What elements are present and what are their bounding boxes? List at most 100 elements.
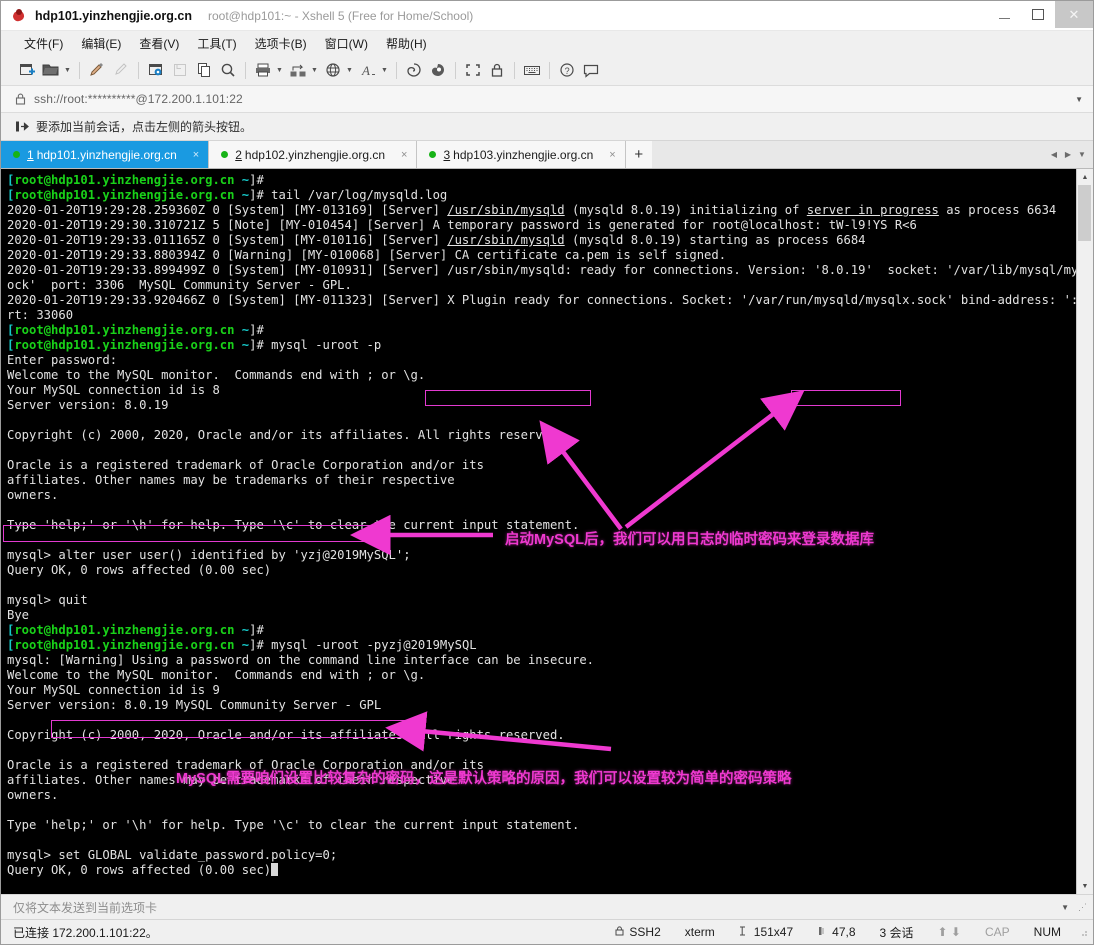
keyboard-icon[interactable] xyxy=(521,59,543,81)
menu-view[interactable]: 查看(V) xyxy=(130,33,188,54)
app-logo-icon xyxy=(11,8,27,24)
title-bar: hdp101.yinzhengjie.org.cn root@hdp101:~ … xyxy=(1,1,1093,31)
terminal-line: Welcome to the MySQL monitor. Commands e… xyxy=(7,668,426,682)
add-session-icon[interactable] xyxy=(15,120,29,133)
tab-hdp102[interactable]: 2 hdp102.yinzhengjie.org.cn × xyxy=(209,141,418,168)
close-button[interactable]: ✕ xyxy=(1055,1,1093,28)
menu-help[interactable]: 帮助(H) xyxy=(377,33,436,54)
connect-icon[interactable] xyxy=(110,59,132,81)
status-transfer-indicators: ⬆ ⬇ xyxy=(937,925,961,939)
terminal-line: [root@hdp101.yinzhengjie.org.cn ~]# mysq… xyxy=(7,338,382,352)
status-protocol: SSH2 xyxy=(603,925,672,939)
status-num-indicator: NUM xyxy=(1033,925,1061,939)
send-to-tab-bar[interactable]: 仅将文本发送到当前选项卡 ▼ ⋰ xyxy=(1,894,1093,919)
annotation-login-with-temp-password: 启动MySQL后，我们可以用日志的临时密码来登录数据库 xyxy=(505,532,874,548)
terminal-line: [root@hdp101.yinzhengjie.org.cn ~]# xyxy=(7,323,272,337)
tab-close-icon[interactable]: × xyxy=(177,149,199,161)
terminal-output[interactable]: [root@hdp101.yinzhengjie.org.cn ~]# [roo… xyxy=(1,169,1076,894)
scroll-up-icon[interactable]: ▲ xyxy=(1077,169,1093,185)
session-properties-icon[interactable] xyxy=(145,59,167,81)
temporary-password-label-box xyxy=(425,390,591,406)
help-icon[interactable]: ? xyxy=(556,59,578,81)
transfer-files-icon[interactable] xyxy=(287,59,309,81)
telnet-icon[interactable] xyxy=(86,59,108,81)
menu-tools[interactable]: 工具(T) xyxy=(188,33,245,54)
print-dropdown-icon[interactable]: ▼ xyxy=(275,59,284,81)
lock-icon xyxy=(15,93,26,105)
globe-icon[interactable] xyxy=(322,59,344,81)
address-bar-dropdown-icon[interactable]: ▼ xyxy=(1075,95,1083,104)
terminal-line: [root@hdp101.yinzhengjie.org.cn ~]# xyxy=(7,623,272,637)
status-protocol-label: SSH2 xyxy=(629,925,661,939)
tab-status-icon xyxy=(13,151,20,158)
address-bar[interactable]: ssh://root:**********@172.200.1.101:22 ▼ xyxy=(1,86,1093,113)
menu-tabs[interactable]: 选项卡(B) xyxy=(246,33,316,54)
terminal-line: Bye xyxy=(7,608,30,622)
cursor-pos-icon xyxy=(817,925,827,939)
tab-label: hdp102.yinzhengjie.org.cn xyxy=(244,147,386,162)
scrollbar-thumb[interactable] xyxy=(1078,185,1091,241)
tab-label: hdp101.yinzhengjie.org.cn xyxy=(36,147,177,162)
send-to-tab-label: 仅将文本发送到当前选项卡 xyxy=(13,900,158,915)
print-icon[interactable] xyxy=(252,59,274,81)
annotation-password-policy-explanation: MySQL需要咱们设置比较复杂的密码，这是默认策略的原因，我们可以设置较为简单的… xyxy=(176,771,792,787)
tab-list-icon[interactable]: ▼ xyxy=(1075,150,1089,159)
terminal-line: [root@hdp101.yinzhengjie.org.cn ~]# xyxy=(7,173,272,187)
minimize-button[interactable] xyxy=(987,1,1021,28)
new-session-icon[interactable] xyxy=(16,59,38,81)
maximize-button[interactable] xyxy=(1021,1,1055,28)
toolbar: ▼ ▼ ▼ ▼ A ▼ ? xyxy=(1,55,1093,86)
tab-close-icon[interactable]: × xyxy=(593,149,615,161)
scroll-down-icon[interactable]: ▼ xyxy=(1077,878,1093,894)
open-folder-icon[interactable] xyxy=(40,59,62,81)
connection-status: 已连接 172.200.1.101:22。 xyxy=(13,925,158,940)
status-cursor-label: 47,8 xyxy=(832,925,856,939)
font-icon[interactable]: A xyxy=(357,59,379,81)
paste-window-icon[interactable] xyxy=(169,59,191,81)
fullscreen-icon[interactable] xyxy=(462,59,484,81)
toolbar-separator xyxy=(79,61,80,79)
terminal-line: owners. xyxy=(7,488,59,502)
terminal-line: Enter password: xyxy=(7,353,118,367)
feedback-icon[interactable] xyxy=(580,59,602,81)
terminal-line: 2020-01-20T19:29:33.880394Z 0 [Warning] … xyxy=(7,248,727,262)
terminal-line: mysql> set GLOBAL validate_password.poli… xyxy=(7,848,338,862)
terminal-line: Query OK, 0 rows affected (0.00 sec) xyxy=(7,563,272,577)
terminal-line: Copyright (c) 2000, 2020, Oracle and/or … xyxy=(7,428,565,442)
globe-dropdown-icon[interactable]: ▼ xyxy=(345,59,354,81)
open-folder-dropdown-icon[interactable]: ▼ xyxy=(63,59,72,81)
terminal-line: 2020-01-20T19:29:30.310721Z 5 [Note] [MY… xyxy=(7,218,917,232)
scrollbar-track[interactable] xyxy=(1077,185,1093,878)
terminal-line: Your MySQL connection id is 9 xyxy=(7,683,220,697)
toolbar-separator xyxy=(138,61,139,79)
tab-hdp103[interactable]: 3 hdp103.yinzhengjie.org.cn × xyxy=(417,141,626,168)
terminal-line: 2020-01-20T19:29:33.899499Z 0 [System] [… xyxy=(7,263,1076,277)
compose-bar-icon[interactable] xyxy=(403,59,425,81)
menu-edit[interactable]: 编辑(E) xyxy=(72,33,130,54)
terminal-line: Welcome to the MySQL monitor. Commands e… xyxy=(7,368,426,382)
menu-file[interactable]: 文件(F) xyxy=(15,33,72,54)
tab-close-icon[interactable]: × xyxy=(385,149,407,161)
highlight-icon[interactable] xyxy=(427,59,449,81)
menu-bar: 文件(F) 编辑(E) 查看(V) 工具(T) 选项卡(B) 窗口(W) 帮助(… xyxy=(1,31,1093,55)
status-session-count: 3 会话 xyxy=(879,925,914,940)
menu-window[interactable]: 窗口(W) xyxy=(316,33,377,54)
resize-grip-icon[interactable] xyxy=(1077,926,1089,938)
tab-scroll-right-icon[interactable]: ▶ xyxy=(1061,150,1075,159)
tab-hdp101[interactable]: 1 hdp101.yinzhengjie.org.cn × xyxy=(1,141,210,168)
copy-icon[interactable] xyxy=(193,59,215,81)
new-tab-button[interactable]: + xyxy=(625,141,652,168)
tab-scroll-controls: ◀ ▶ ▼ xyxy=(1047,141,1093,168)
terminal-scrollbar[interactable]: ▲ ▼ xyxy=(1076,169,1093,894)
tab-scroll-left-icon[interactable]: ◀ xyxy=(1047,150,1061,159)
font-dropdown-icon[interactable]: ▼ xyxy=(380,59,389,81)
lock-screen-icon[interactable] xyxy=(486,59,508,81)
status-caps-indicator: CAP xyxy=(984,925,1010,939)
send-to-tab-dropdown-icon[interactable]: ▼ xyxy=(1061,903,1069,912)
svg-text:A: A xyxy=(361,63,370,78)
find-icon[interactable] xyxy=(217,59,239,81)
transfer-dropdown-icon[interactable]: ▼ xyxy=(310,59,319,81)
